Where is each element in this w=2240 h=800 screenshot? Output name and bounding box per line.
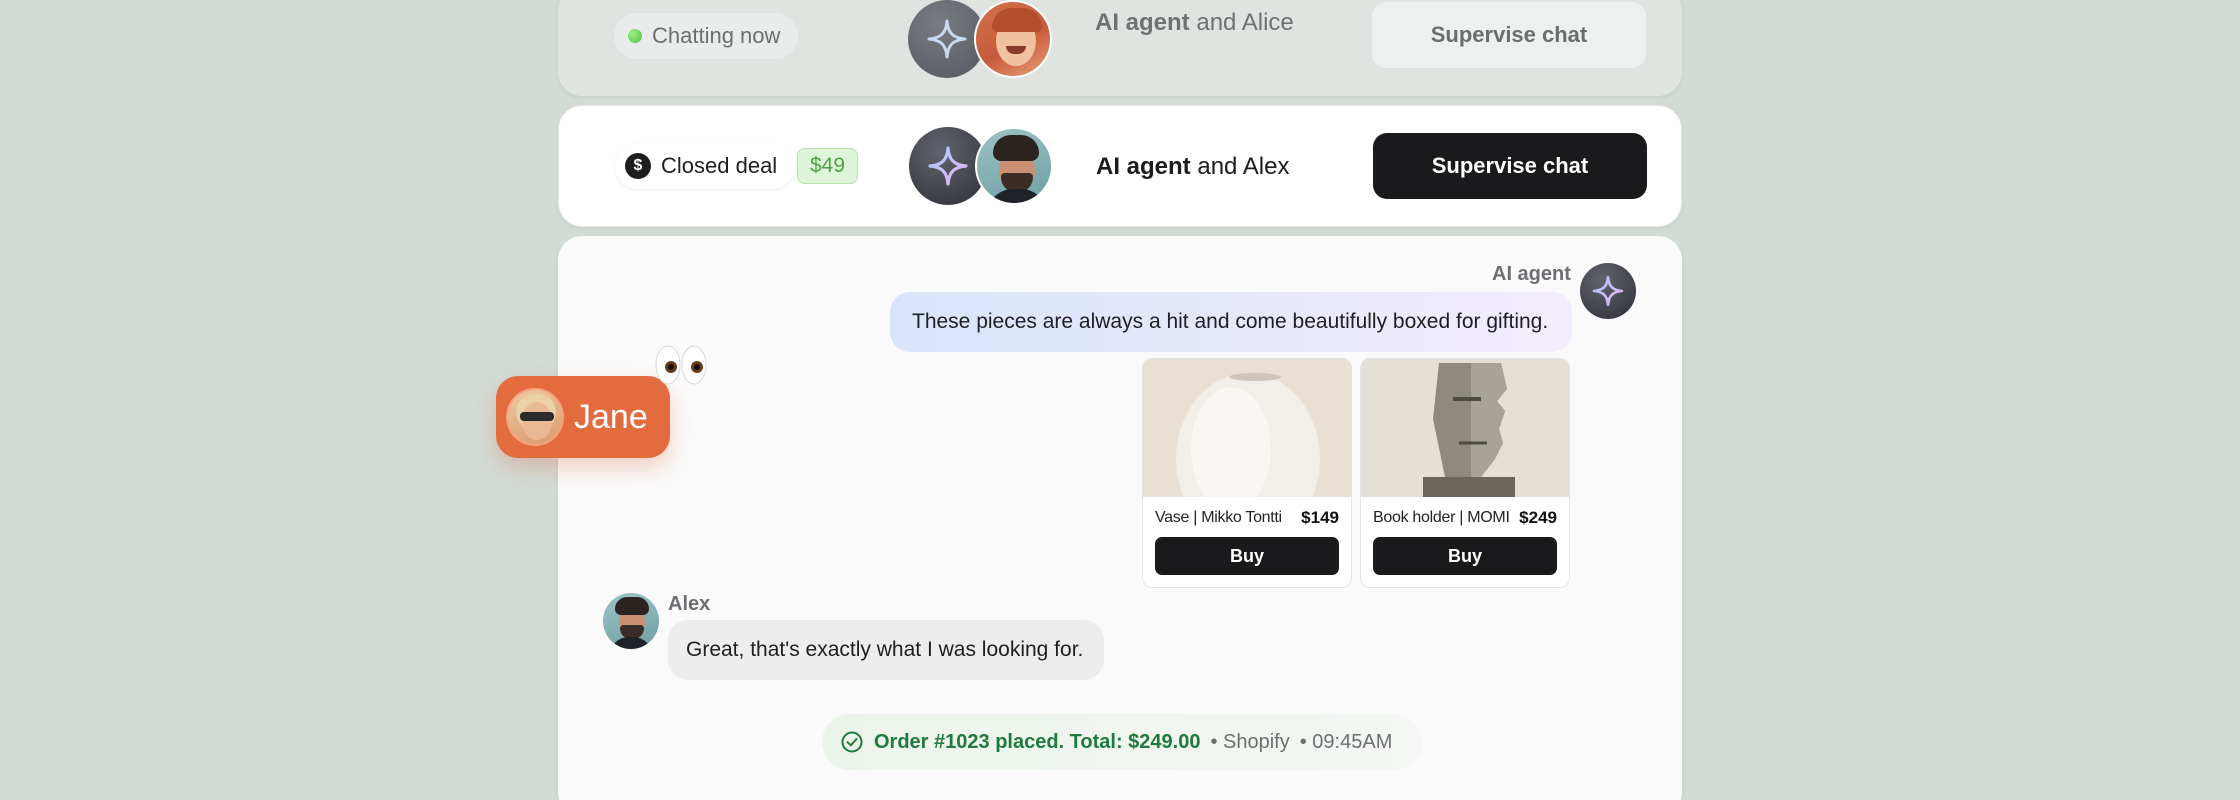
connector-text: and xyxy=(1196,9,1237,36)
user-avatar-alex xyxy=(603,593,659,649)
supervise-chat-button[interactable]: Supervise chat xyxy=(1372,2,1646,68)
customer-avatar-alice xyxy=(974,0,1052,78)
product-name: Vase | Mikko Tontti xyxy=(1155,509,1282,526)
status-label: Closed deal xyxy=(661,153,778,178)
chat-title: AI agent and Alice xyxy=(1095,9,1294,37)
user-sender-label: Alex xyxy=(668,593,711,615)
supervise-chat-button[interactable]: Supervise chat xyxy=(1373,133,1647,199)
product-card-vase[interactable]: Vase | Mikko Tontti $149 Buy xyxy=(1142,358,1352,588)
chat-row-alice[interactable]: Chatting now AI agent and Alice Supervis… xyxy=(558,0,1682,96)
buy-button[interactable]: Buy xyxy=(1373,537,1557,575)
order-time: • 09:45AM xyxy=(1299,730,1393,753)
chat-row-alex[interactable]: $ Closed deal $49 AI agent and Alex Supe… xyxy=(558,105,1682,227)
order-summary: Order #1023 placed. Total: $249.00 xyxy=(874,730,1201,753)
status-label: Chatting now xyxy=(652,23,781,48)
live-status-icon xyxy=(628,29,642,43)
check-circle-icon xyxy=(841,731,863,753)
status-pill: Chatting now xyxy=(614,13,799,59)
participant-avatars xyxy=(909,127,1055,205)
status-pill: $ Closed deal xyxy=(615,143,796,189)
product-price: $249 xyxy=(1519,508,1557,527)
order-source: • Shopify xyxy=(1210,730,1290,753)
sparkle-icon xyxy=(1592,275,1624,307)
observer-badge: Jane xyxy=(496,376,670,458)
chat-title: AI agent and Alex xyxy=(1096,153,1289,181)
connector-text: and xyxy=(1197,153,1238,180)
ai-sender-label: AI agent xyxy=(1492,263,1571,285)
user-message-text: Great, that's exactly what I was looking… xyxy=(686,638,1084,661)
observer-avatar xyxy=(506,388,564,446)
observer-name: Jane xyxy=(574,397,648,436)
sparkle-icon xyxy=(927,19,967,59)
sparkle-icon xyxy=(928,146,968,186)
deal-value-badge: $49 xyxy=(797,148,859,184)
ai-message-bubble: These pieces are always a hit and come b… xyxy=(890,292,1572,352)
buy-button[interactable]: Buy xyxy=(1155,537,1339,575)
dollar-icon: $ xyxy=(625,153,651,179)
book-holder-image xyxy=(1361,359,1569,497)
product-price: $149 xyxy=(1301,508,1339,527)
order-confirmation: Order #1023 placed. Total: $249.00 • Sho… xyxy=(822,714,1422,770)
conversation-panel: AI agent These pieces are always a hit a… xyxy=(558,236,1682,800)
ai-agent-avatar xyxy=(1580,263,1636,319)
customer-avatar-alex xyxy=(975,127,1053,205)
participant-avatars xyxy=(908,0,1054,78)
customer-name: Alex xyxy=(1242,153,1290,180)
product-card-book-holder[interactable]: Book holder | MOMI $249 Buy xyxy=(1360,358,1570,588)
vase-image xyxy=(1143,359,1351,497)
customer-name: Alice xyxy=(1241,9,1294,36)
agent-name: AI agent xyxy=(1096,153,1191,180)
ai-message-text: These pieces are always a hit and come b… xyxy=(912,310,1549,333)
product-name: Book holder | MOMI xyxy=(1373,509,1510,526)
eyes-icon xyxy=(655,345,707,385)
user-message-bubble: Great, that's exactly what I was looking… xyxy=(668,620,1104,680)
agent-name: AI agent xyxy=(1095,9,1190,36)
